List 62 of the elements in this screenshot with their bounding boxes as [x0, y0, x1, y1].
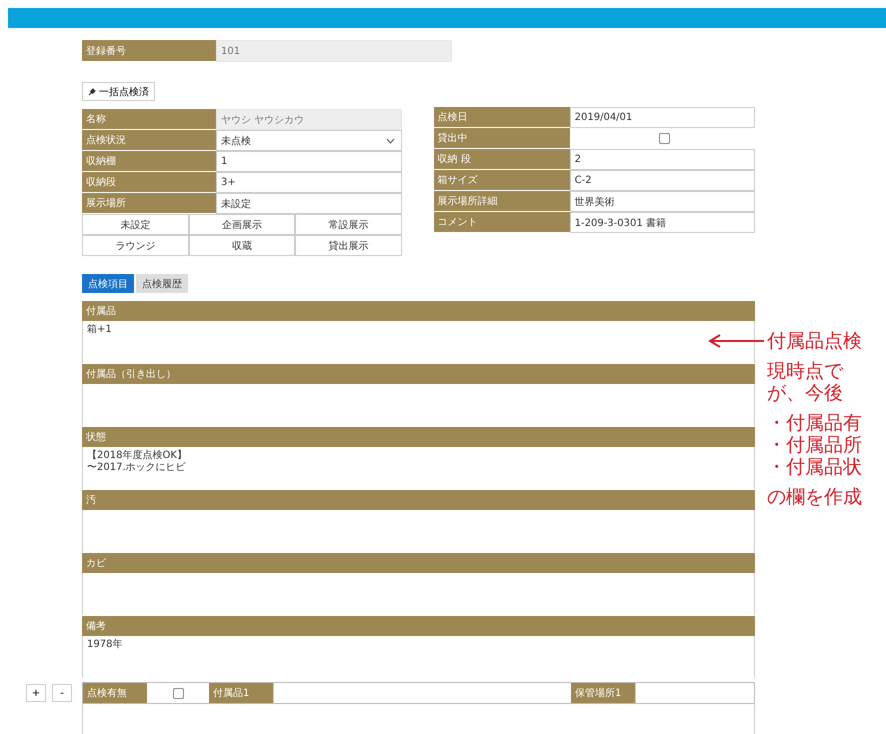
text-field[interactable]: 世界美術 — [570, 191, 755, 212]
remove-button[interactable]: - — [52, 684, 72, 702]
section-header: 付属品 — [82, 301, 755, 321]
place-button[interactable]: 貸出展示 — [295, 235, 402, 256]
field-label: 名称 — [82, 109, 216, 130]
text-field[interactable]: 1 — [216, 151, 402, 172]
place-button[interactable]: 収蔵 — [188, 235, 296, 256]
field-label: 保管場所1 — [571, 683, 635, 703]
add-button[interactable]: + — [26, 684, 46, 702]
bulk-check-button[interactable]: 一括点検済 — [82, 82, 155, 101]
arrow-icon — [708, 334, 764, 348]
annotation-text: ・付属品有 — [767, 412, 862, 434]
annotation-text: ・付属品状 — [767, 456, 862, 478]
section-header: 汚 — [82, 490, 755, 510]
field-label: 収納 段 — [434, 149, 570, 170]
text-area[interactable] — [82, 510, 755, 552]
field-label: 登録番号 — [82, 40, 216, 62]
text-area[interactable]: 1978年 — [82, 636, 755, 678]
section-header: カビ — [82, 553, 755, 573]
chevron-down-icon — [386, 138, 395, 144]
text-field[interactable]: 2019/04/01 — [570, 107, 755, 128]
checkbox[interactable] — [658, 133, 670, 144]
section-header: 付属品（引き出し） — [82, 364, 755, 384]
field-label: 点検有無 — [83, 683, 147, 703]
pin-icon — [88, 88, 96, 96]
annotation-text: ・付属品所 — [767, 434, 862, 456]
field-label: 付属品1 — [209, 683, 273, 703]
text-area[interactable]: 【2018年度点検OK】 〜2017.ホックにヒビ — [82, 447, 755, 489]
section-header: 状態 — [82, 427, 755, 447]
text-area[interactable]: 箱+1 — [82, 321, 755, 363]
place-button[interactable]: 企画展示 — [188, 214, 296, 235]
field-label: 貸出中 — [434, 128, 570, 149]
text-field[interactable]: ヤウシ ヤウシカウ — [216, 109, 402, 130]
annotation-text: が、今後 — [767, 382, 844, 404]
annotation-text: の欄を作成 — [767, 486, 862, 508]
text-field[interactable]: 2 — [570, 149, 755, 170]
field-label: 収納段 — [82, 172, 216, 193]
text-field[interactable]: 1-209-3-0301 書籍 — [570, 212, 755, 233]
dropdown-field[interactable]: 未点検 — [216, 130, 402, 151]
text-field[interactable]: 3+ — [216, 172, 402, 193]
text-area[interactable] — [82, 573, 755, 615]
place-button[interactable]: ラウンジ — [82, 235, 189, 256]
section-header: 備考 — [82, 616, 755, 636]
field-label: 点検日 — [434, 107, 570, 128]
text-area[interactable] — [82, 704, 755, 734]
annotation-text: 付属品点検 — [767, 330, 862, 352]
text-field[interactable]: C-2 — [570, 170, 755, 191]
field-label: コメント — [434, 212, 570, 233]
field-label: 展示場所 — [82, 193, 216, 214]
field-label: 展示場所詳細 — [434, 191, 570, 212]
field-label: 収納棚 — [82, 151, 216, 172]
place-button[interactable]: 常設展示 — [295, 214, 402, 235]
tab[interactable]: 点検項目 — [82, 274, 134, 293]
text-field[interactable]: 未設定 — [216, 193, 402, 214]
registration-field[interactable]: 101 — [216, 40, 452, 62]
field-label: 点検状況 — [82, 130, 216, 151]
text-area[interactable] — [82, 384, 755, 426]
annotation-text: 現時点で — [767, 360, 844, 382]
place-button[interactable]: 未設定 — [82, 214, 189, 235]
field-label: 箱サイズ — [434, 170, 570, 191]
tab[interactable]: 点検履歴 — [136, 274, 188, 293]
checkbox[interactable] — [172, 688, 184, 698]
